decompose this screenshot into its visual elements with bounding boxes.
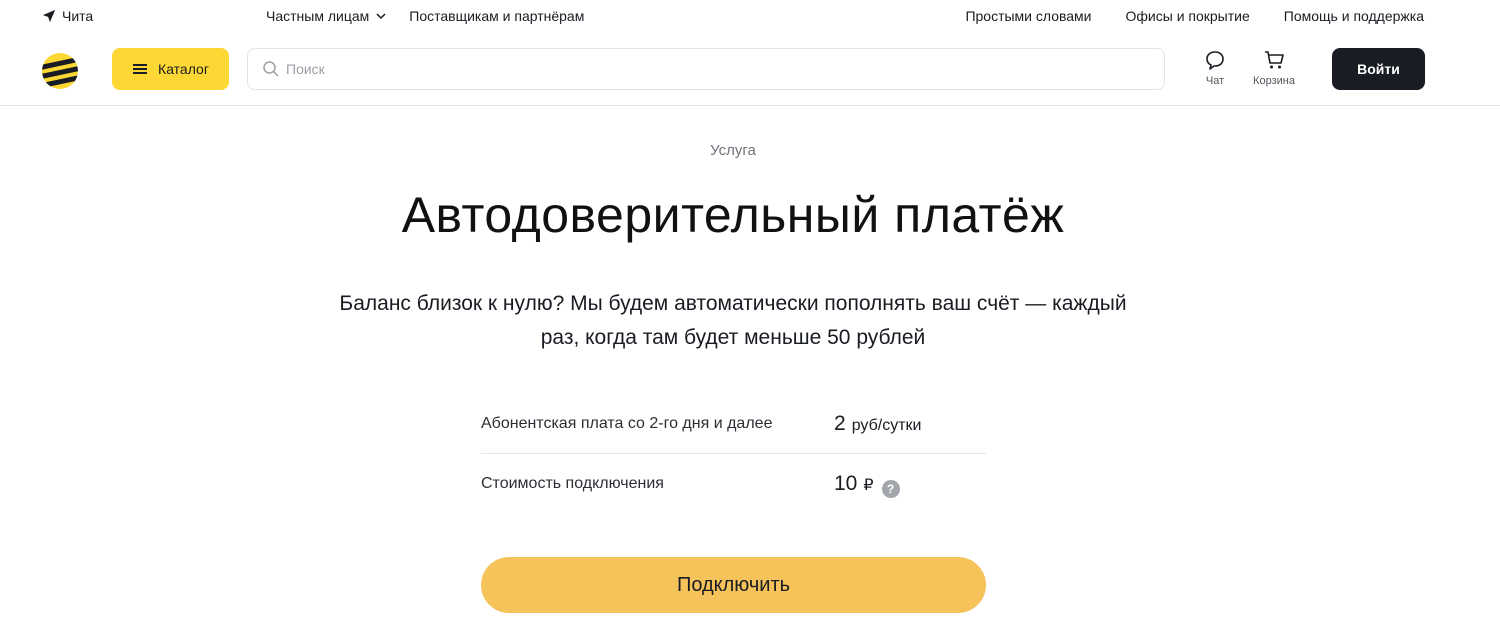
search-input[interactable] (286, 61, 1146, 77)
tariff-label: Стоимость подключения (481, 474, 664, 492)
audience-nav: Частным лицам Поставщикам и партнёрам (266, 8, 584, 24)
tariff-label: Абонентская плата со 2-го дня и далее (481, 415, 773, 432)
question-mark-icon[interactable]: ? (881, 479, 900, 498)
cart-icon (1265, 51, 1284, 69)
tariff-value: 2 руб/сутки (834, 412, 921, 436)
login-button[interactable]: Войти (1332, 48, 1425, 90)
chat-bubble-icon (1206, 51, 1224, 70)
hamburger-icon (133, 64, 148, 74)
tariff-amount: 2 (834, 412, 846, 435)
nav-simple-words[interactable]: Простыми словами (965, 8, 1091, 24)
tariff-row: Абонентская плата со 2-го дня и далее 2 … (481, 395, 986, 454)
info-nav: Простыми словами Офисы и покрытие Помощь… (965, 8, 1424, 24)
search-icon (263, 61, 279, 77)
main-header: Каталог Чат Корзина Войти (0, 34, 1500, 106)
search-bar[interactable] (247, 48, 1165, 90)
beeline-logo[interactable] (41, 52, 79, 90)
connect-button[interactable]: Подключить (481, 557, 986, 613)
city-name: Чита (62, 8, 94, 24)
tariff-unit: руб/сутки (851, 417, 922, 434)
nav-private-persons-label: Частным лицам (266, 8, 370, 24)
catalog-button-label: Каталог (158, 61, 209, 77)
tariff-table: Абонентская плата со 2-го дня и далее 2 … (481, 395, 986, 513)
service-description: Баланс близок к нулю? Мы будем автоматич… (339, 292, 1127, 349)
tariff-unit: ₽ (863, 476, 874, 494)
top-utility-bar: Чита Частным лицам Поставщикам и партнёр… (0, 0, 1500, 34)
chat-button[interactable]: Чат (1202, 49, 1228, 87)
catalog-button[interactable]: Каталог (112, 48, 229, 90)
location-arrow-icon (42, 9, 56, 23)
tariff-amount: 10 (834, 471, 858, 495)
nav-private-persons[interactable]: Частным лицам (266, 8, 387, 24)
cart-label: Корзина (1253, 75, 1295, 87)
nav-offices[interactable]: Офисы и покрытие (1126, 8, 1250, 24)
page-title: Автодоверительный платёж (401, 187, 1065, 243)
service-category: Услуга (710, 142, 756, 159)
cart-button[interactable]: Корзина (1250, 49, 1298, 87)
chevron-down-icon (376, 13, 386, 20)
tariff-value: 10 ₽ ? (834, 471, 900, 498)
tariff-row: Стоимость подключения 10 ₽ ? (481, 454, 986, 513)
nav-help[interactable]: Помощь и поддержка (1284, 8, 1424, 24)
city-selector[interactable]: Чита (42, 8, 93, 24)
nav-partners[interactable]: Поставщикам и партнёрам (409, 8, 584, 24)
chat-label: Чат (1205, 75, 1225, 87)
